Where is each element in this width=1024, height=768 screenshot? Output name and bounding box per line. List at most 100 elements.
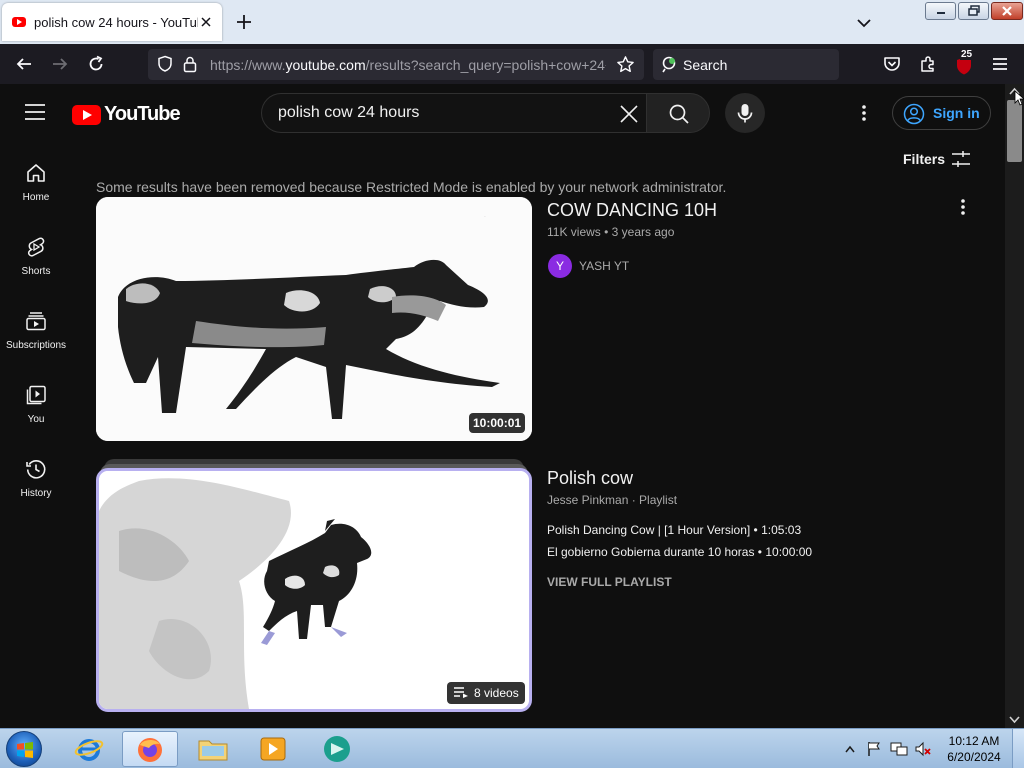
playlist-thumbnail[interactable]: 8 videos [96, 468, 532, 712]
extensions-puzzle-icon[interactable] [918, 54, 938, 74]
youtube-favicon-icon [12, 17, 26, 27]
playlist-icon [454, 687, 468, 698]
windows-taskbar: 10:12 AM 6/20/2024 [0, 728, 1024, 768]
browser-tab-youtube[interactable]: polish cow 24 hours - YouTube [2, 3, 222, 41]
video-metadata: 11K views • 3 years ago [547, 225, 675, 239]
pocket-icon[interactable] [882, 54, 902, 74]
clock-time: 10:12 AM [948, 734, 1000, 748]
account-circle-icon [903, 103, 925, 125]
playlist-video-item[interactable]: El gobierno Gobierna durante 10 horas • … [547, 545, 812, 559]
shorts-icon [27, 237, 45, 257]
dancing-cow-thumbnail-image: . [96, 197, 532, 441]
video-thumbnail[interactable]: . 10:00:01 [96, 197, 532, 441]
show-desktop-button[interactable] [1012, 729, 1024, 768]
microphone-icon [737, 104, 753, 123]
new-tab-icon[interactable] [234, 12, 254, 32]
browser-navbar: https://www.youtube.com/results?search_q… [0, 44, 1024, 84]
playlist-metadata[interactable]: Jesse Pinkman · Playlist [547, 493, 677, 507]
reload-icon[interactable] [86, 54, 106, 74]
bookmark-star-icon[interactable] [616, 55, 635, 74]
scrollbar-thumb[interactable] [1007, 100, 1022, 162]
view-full-playlist-link[interactable]: VIEW FULL PLAYLIST [547, 575, 672, 589]
playlist-count-label: 8 videos [474, 686, 519, 700]
url-bar[interactable]: https://www.youtube.com/results?search_q… [148, 49, 644, 80]
show-hidden-icons-chevron-up-icon[interactable] [845, 745, 855, 753]
list-all-tabs-chevron-down-icon[interactable] [854, 13, 874, 33]
firefox-icon [138, 738, 162, 762]
sidebar-item-label: Home [22, 192, 50, 203]
browser-search-placeholder: Search [683, 57, 728, 73]
sidebar-item-label: History [20, 488, 52, 499]
app-menu-icon[interactable] [990, 54, 1010, 74]
browser-tabstrip: polish cow 24 hours - YouTube [0, 0, 1024, 44]
youtube-search-value: polish cow 24 hours [278, 104, 420, 121]
youtube-search-button[interactable] [646, 93, 710, 133]
sign-in-label: Sign in [933, 105, 980, 121]
mouse-cursor-icon [1014, 90, 1024, 106]
filters-button[interactable]: Filters [903, 151, 945, 167]
avatar[interactable]: Y [548, 254, 572, 278]
youtube-logo-text: YouTube [104, 103, 181, 125]
browser-search-field[interactable]: Search [653, 49, 839, 80]
close-window-button[interactable] [991, 2, 1023, 20]
start-button[interactable] [6, 731, 42, 767]
sidebar-item-home[interactable]: Home [0, 142, 72, 216]
folder-icon [198, 740, 228, 761]
taskbar-firefox[interactable] [122, 731, 178, 767]
sign-in-button[interactable]: Sign in [892, 96, 991, 130]
video-title[interactable]: COW DANCING 10H [547, 200, 717, 221]
playlist-video-item[interactable]: Polish Dancing Cow | [1 Hour Version] • … [547, 523, 801, 537]
internet-explorer-icon [74, 739, 104, 761]
close-tab-icon[interactable] [198, 14, 214, 30]
youtube-logo[interactable]: YouTube [72, 103, 181, 126]
sidebar-item-label: Subscriptions [5, 340, 67, 351]
subscriptions-icon [26, 312, 46, 331]
tracking-protection-shield-icon[interactable] [156, 55, 174, 73]
guide-menu-icon[interactable] [24, 103, 46, 121]
scroll-down-arrow-icon[interactable] [1009, 716, 1020, 724]
windows-logo-icon [17, 742, 33, 758]
channel-name[interactable]: YASH YT [579, 259, 629, 273]
close-icon [1002, 6, 1012, 16]
volume-muted-icon[interactable] [914, 741, 932, 757]
video-action-menu-icon[interactable] [953, 197, 973, 217]
taskbar-file-explorer[interactable] [186, 731, 242, 767]
taskbar-media-player[interactable] [246, 731, 302, 767]
restore-window-button[interactable] [958, 2, 989, 20]
sidebar-item-shorts[interactable]: Shorts [0, 216, 72, 290]
playlist-title[interactable]: Polish cow [547, 468, 633, 489]
sidebar-item-subscriptions[interactable]: Subscriptions [0, 290, 72, 364]
playlist-count-badge: 8 videos [447, 682, 525, 704]
voice-search-button[interactable] [725, 93, 765, 133]
clock-date: 6/20/2024 [947, 750, 1001, 764]
youtube-mini-guide: Home Shorts Subscriptions You History [0, 142, 72, 728]
youtube-play-logo-icon [72, 104, 101, 125]
svg-text:.: . [484, 212, 486, 219]
taskbar-internet-explorer[interactable] [62, 731, 118, 767]
minimize-icon [936, 12, 945, 14]
clear-search-icon[interactable] [619, 104, 639, 124]
sidebar-item-you[interactable]: You [0, 364, 72, 438]
network-icon[interactable] [890, 741, 908, 757]
page-scrollbar[interactable] [1005, 84, 1024, 728]
sidebar-item-history[interactable]: History [0, 438, 72, 512]
video-duration-badge: 10:00:01 [469, 413, 526, 433]
search-icon [669, 104, 689, 124]
action-center-flag-icon[interactable] [866, 741, 882, 757]
media-player-icon [260, 737, 286, 761]
lock-icon[interactable] [182, 55, 198, 73]
home-icon [27, 164, 45, 182]
taskbar-clock[interactable]: 10:12 AM 6/20/2024 [946, 733, 1002, 765]
settings-more-vertical-icon[interactable] [854, 103, 874, 123]
addon-count-badge: 25 [960, 49, 974, 60]
forward-arrow-icon[interactable] [50, 54, 70, 74]
url-text: https://www.youtube.com/results?search_q… [210, 57, 606, 73]
search-engine-icon [662, 56, 676, 73]
taskbar-app[interactable] [310, 731, 366, 767]
you-library-icon [26, 385, 46, 405]
minimize-window-button[interactable] [925, 2, 956, 20]
filters-sliders-icon[interactable] [950, 149, 972, 169]
back-arrow-icon[interactable] [14, 54, 34, 74]
youtube-header: YouTube polish cow 24 hours Sign in [0, 84, 1005, 142]
youtube-search-input[interactable]: polish cow 24 hours [261, 93, 647, 133]
